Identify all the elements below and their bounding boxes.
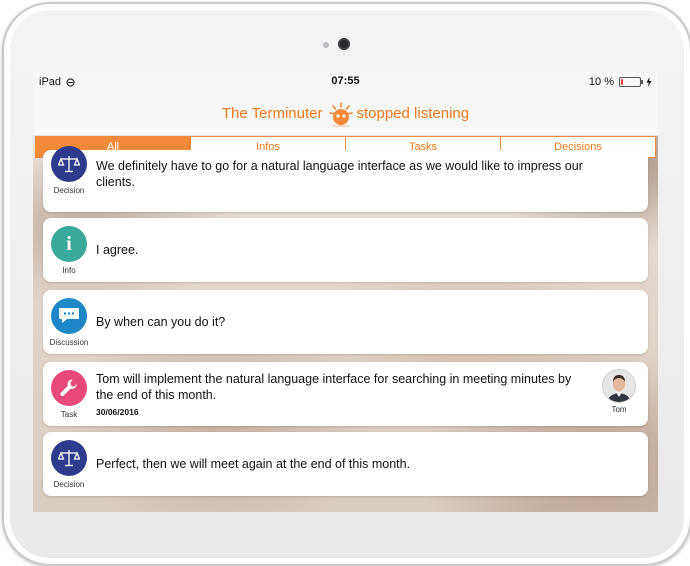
list-item[interactable]: Decision We definitely have to go for a …	[43, 146, 648, 212]
message-type-label: Decision	[53, 480, 85, 489]
header-title-left: The Terminuter	[221, 105, 323, 122]
scales-icon	[51, 146, 87, 182]
list-item[interactable]: Task Tom will implement the natural lang…	[43, 362, 648, 426]
list-item[interactable]: i Info I agree.	[43, 218, 648, 282]
message-type-label: Discussion	[49, 338, 89, 347]
wrench-icon	[51, 370, 87, 406]
charging-icon	[646, 77, 652, 87]
message-type-label: Decision	[53, 186, 85, 195]
info-icon: i	[51, 226, 87, 262]
message-type-label: Task	[60, 410, 78, 419]
message-text: By when can you do it?	[96, 315, 226, 329]
message-text: I agree.	[96, 243, 139, 257]
list-item[interactable]: Discussion By when can you do it?	[43, 290, 648, 354]
app-screen: iPad 07:55 10 % The Terminuter stopped l…	[33, 72, 658, 512]
front-camera	[338, 38, 350, 50]
message-text: We definitely have to go for a natural l…	[96, 159, 583, 189]
message-text: Perfect, then we will meet again at the …	[96, 457, 411, 471]
header-title-right: stopped listening	[356, 105, 470, 122]
scales-icon	[51, 440, 87, 476]
terminuter-logo-icon	[328, 101, 353, 126]
app-header: The Terminuter stopped listening	[33, 92, 658, 136]
task-due-date: 30/06/2016	[96, 407, 139, 417]
clock: 07:55	[331, 75, 360, 87]
assignee-name: Tom	[611, 405, 627, 414]
front-sensor	[323, 42, 329, 48]
status-bar: iPad 07:55 10 %	[33, 72, 658, 92]
message-type-label: Info	[62, 266, 76, 275]
message-text: Tom will implement the natural language …	[96, 372, 572, 402]
list-item[interactable]: Decision Perfect, then we will meet agai…	[43, 432, 648, 496]
battery-percent: 10 %	[588, 76, 614, 88]
avatar[interactable]	[602, 369, 636, 403]
speech-bubble-icon	[51, 298, 87, 334]
battery-icon	[619, 77, 643, 87]
